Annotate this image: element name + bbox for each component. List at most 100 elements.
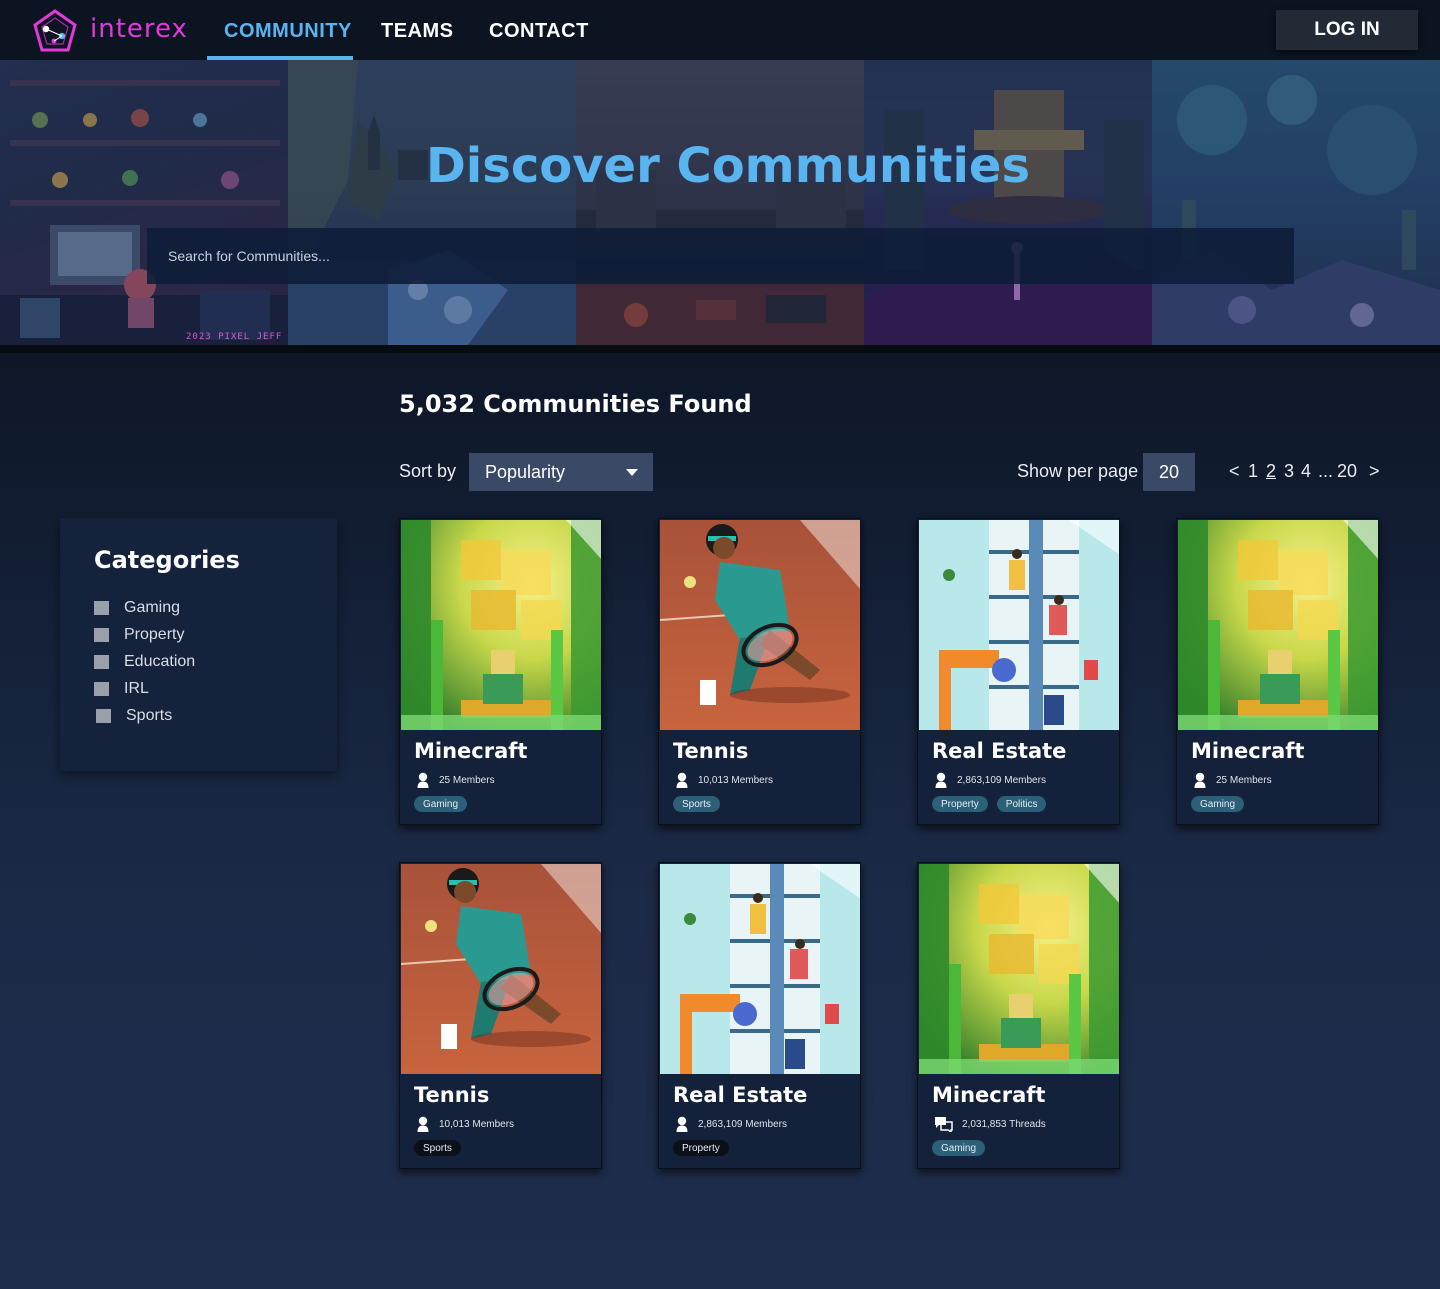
chevron-down-icon: [626, 469, 638, 476]
pagination-prev[interactable]: <: [1229, 461, 1240, 482]
interex-logo-icon[interactable]: [32, 8, 78, 54]
category-checkbox[interactable]: [94, 601, 109, 615]
category-checkbox[interactable]: [94, 655, 109, 669]
community-image[interactable]: [660, 520, 860, 730]
categories-panel: Categories Gaming Property Education IRL…: [60, 518, 337, 771]
community-image[interactable]: [660, 864, 860, 1074]
tag-list: Gaming: [932, 1140, 994, 1156]
login-button[interactable]: LOG IN: [1276, 10, 1418, 50]
community-title[interactable]: Real Estate: [673, 1083, 807, 1107]
community-image[interactable]: [1178, 520, 1378, 730]
community-card[interactable]: Tennis 10,013 Members Sports: [399, 862, 602, 1169]
tag-sports[interactable]: Sports: [673, 796, 720, 812]
tag-gaming[interactable]: Gaming: [414, 796, 468, 812]
category-irl[interactable]: IRL: [94, 679, 149, 699]
tag-list: Gaming: [1191, 796, 1253, 812]
community-title[interactable]: Minecraft: [1191, 739, 1304, 763]
threads-icon: [935, 1117, 953, 1132]
community-stat: 25 Members: [416, 772, 495, 788]
pagination-page[interactable]: 1: [1248, 461, 1258, 482]
community-stat: 2,031,853 Threads: [934, 1116, 1046, 1132]
tag-list: Property Politics: [932, 796, 1055, 812]
brand-name[interactable]: interex: [90, 14, 188, 44]
community-search-input[interactable]: [147, 228, 1294, 284]
hero-divider: [0, 345, 1440, 353]
member-count: 2,863,109 Members: [698, 1118, 787, 1130]
tag-list: Property: [673, 1140, 738, 1156]
community-title[interactable]: Tennis: [414, 1083, 489, 1107]
member-icon: [935, 772, 947, 788]
tag-politics[interactable]: Politics: [996, 796, 1047, 812]
per-page-label: Show per page: [1017, 461, 1139, 481]
community-card[interactable]: Real Estate 2,863,109 Members Property P…: [917, 518, 1120, 825]
nav-teams[interactable]: TEAMS: [381, 20, 454, 43]
tag-gaming[interactable]: Gaming: [1191, 796, 1245, 812]
category-gaming[interactable]: Gaming: [94, 598, 180, 618]
community-stat: 2,863,109 Members: [675, 1116, 787, 1132]
community-card[interactable]: Real Estate 2,863,109 Members Property: [658, 862, 861, 1169]
member-count: 25 Members: [1216, 774, 1272, 786]
pagination-page[interactable]: 4: [1301, 461, 1311, 482]
tag-list: Sports: [414, 1140, 470, 1156]
category-sports[interactable]: Sports: [96, 706, 172, 726]
category-education[interactable]: Education: [94, 652, 195, 672]
tag-gaming[interactable]: Gaming: [932, 1140, 986, 1156]
pagination-next[interactable]: >: [1369, 461, 1380, 482]
community-image[interactable]: [919, 520, 1119, 730]
category-label: Property: [124, 626, 185, 643]
tag-list: Gaming: [414, 796, 476, 812]
community-card[interactable]: Minecraft 2,031,853 Threads Gaming: [917, 862, 1120, 1169]
member-icon: [676, 1116, 688, 1132]
hero-banner: Discover Communities 2023 PIXEL JEFF: [0, 60, 1440, 345]
category-label: Gaming: [124, 599, 181, 616]
pagination-page-last[interactable]: 20: [1337, 461, 1357, 482]
member-icon: [417, 772, 429, 788]
community-card[interactable]: Tennis 10,013 Members Sports: [658, 518, 861, 825]
community-title[interactable]: Minecraft: [932, 1083, 1045, 1107]
tag-property[interactable]: Property: [932, 796, 988, 812]
thread-count: 2,031,853 Threads: [962, 1118, 1046, 1130]
art-credit: 2023 PIXEL JEFF: [186, 332, 283, 342]
community-stat: 10,013 Members: [416, 1116, 514, 1132]
community-title[interactable]: Tennis: [673, 739, 748, 763]
sort-dropdown[interactable]: Popularity: [469, 453, 653, 491]
community-image[interactable]: [919, 864, 1119, 1074]
community-image[interactable]: [401, 864, 601, 1074]
pagination-page-current[interactable]: 2: [1266, 461, 1276, 482]
hero-title: Discover Communities: [425, 138, 1031, 194]
category-label: Sports: [126, 707, 173, 724]
member-icon: [417, 1116, 429, 1132]
sort-label: Sort by: [399, 461, 457, 481]
nav-community[interactable]: COMMUNITY: [224, 20, 352, 43]
category-checkbox[interactable]: [96, 709, 111, 723]
community-stat: 25 Members: [1193, 772, 1272, 788]
category-checkbox[interactable]: [94, 682, 109, 696]
member-icon: [676, 772, 688, 788]
tag-list: Sports: [673, 796, 729, 812]
top-navbar: interex COMMUNITY TEAMS CONTACT LOG IN: [0, 0, 1440, 60]
tag-sports[interactable]: Sports: [414, 1140, 461, 1156]
category-label: IRL: [124, 680, 149, 697]
member-icon: [1194, 772, 1206, 788]
community-image[interactable]: [401, 520, 601, 730]
sort-selected-value: Popularity: [485, 461, 566, 482]
nav-contact[interactable]: CONTACT: [489, 20, 589, 43]
category-label: Education: [124, 653, 196, 670]
member-count: 25 Members: [439, 774, 495, 786]
community-card[interactable]: Minecraft 25 Members Gaming: [399, 518, 602, 825]
tag-property[interactable]: Property: [673, 1140, 729, 1156]
per-page-select[interactable]: 20: [1143, 453, 1195, 491]
categories-title: Categories: [94, 546, 240, 574]
community-title[interactable]: Minecraft: [414, 739, 527, 763]
results-count: 5,032 Communities Found: [399, 390, 752, 418]
pagination-page[interactable]: 3: [1284, 461, 1294, 482]
pagination-ellipsis: ...: [1318, 461, 1334, 481]
community-stat: 10,013 Members: [675, 772, 773, 788]
category-property[interactable]: Property: [94, 625, 184, 645]
community-stat: 2,863,109 Members: [934, 772, 1046, 788]
member-count: 10,013 Members: [439, 1118, 515, 1130]
community-title[interactable]: Real Estate: [932, 739, 1066, 763]
member-count: 2,863,109 Members: [957, 774, 1046, 786]
community-card[interactable]: Minecraft 25 Members Gaming: [1176, 518, 1379, 825]
category-checkbox[interactable]: [94, 628, 109, 642]
